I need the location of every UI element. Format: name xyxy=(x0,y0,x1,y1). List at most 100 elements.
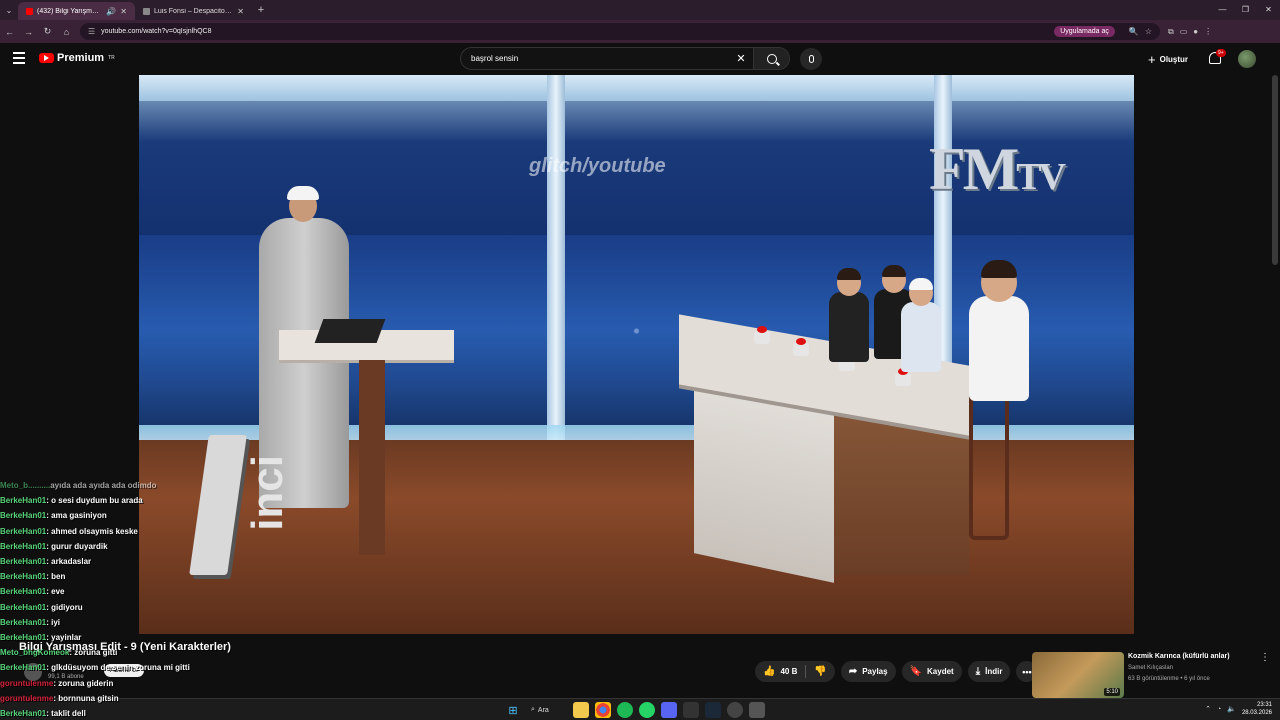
app-icon[interactable] xyxy=(683,702,699,718)
steam-icon[interactable] xyxy=(705,702,721,718)
clock-date: 28.03.2026 xyxy=(1241,710,1272,716)
recommended-meta: 63 B görüntülenme • 6 yıl önce xyxy=(1128,676,1210,682)
speaker-icon: 🔊 xyxy=(106,6,117,16)
bookmark-star-icon[interactable]: ☆ xyxy=(1145,27,1152,36)
clock[interactable]: 23:31 28.03.2026 xyxy=(1242,701,1272,717)
new-tab-button[interactable]: + xyxy=(252,4,270,16)
url-field[interactable]: ☰ youtube.com/watch?v=0qIsjnlhQC8 Uygula… xyxy=(80,23,1160,40)
reload-icon[interactable]: ↻ xyxy=(38,26,57,37)
recommended-title[interactable]: Kozmik Karınca (küfürlü anlar) xyxy=(1128,653,1230,660)
tray-chevron-icon[interactable]: ⌃ xyxy=(1205,705,1211,713)
windows-start-icon[interactable]: ⊞ xyxy=(505,702,521,718)
download-button[interactable]: ⤓ İndir xyxy=(967,661,1011,682)
chat-message: BerkeHan01: glkdüsuyom de senin zoruna m… xyxy=(0,660,260,675)
laptop xyxy=(314,319,386,343)
discord-icon[interactable] xyxy=(661,702,677,718)
settings-icon[interactable] xyxy=(749,702,765,718)
download-label: İndir xyxy=(985,667,1003,676)
chrome-icon[interactable] xyxy=(595,702,611,718)
recommended-channel[interactable]: Samet Kılıçaslan xyxy=(1128,665,1173,671)
chat-username: BerkeHan01 xyxy=(0,602,47,612)
chat-username: Meto_b.......... xyxy=(0,481,51,490)
search-input[interactable]: başrol sensin xyxy=(471,54,729,63)
chat-message: BerkeHan01: ama gasiniyon xyxy=(0,508,260,523)
youtube-favicon-icon xyxy=(26,7,33,15)
clear-search-icon[interactable]: ✕ xyxy=(729,52,753,65)
more-options-icon[interactable]: ⋮ xyxy=(1260,652,1270,663)
share-button[interactable]: ➦ Paylaş xyxy=(840,661,896,682)
chat-message: BerkeHan01: arkadaslar xyxy=(0,554,260,569)
recommended-video[interactable]: 5:10 Kozmik Karınca (küfürlü anlar) Same… xyxy=(1032,652,1270,698)
podium-leg xyxy=(359,360,385,555)
app-icon[interactable] xyxy=(727,702,743,718)
window-controls: — ❐ ✕ xyxy=(1211,0,1280,20)
whatsapp-icon[interactable] xyxy=(639,702,655,718)
wifi-icon[interactable]: ◔ xyxy=(1217,706,1221,713)
profile-icon[interactable]: ● xyxy=(1193,27,1198,37)
chat-overlay: Meto_b..........ayıda ada ayıda ada odim… xyxy=(0,478,260,720)
chat-text: : ama gasiniyon xyxy=(46,511,107,521)
chat-text: : ahmed olsaymis keske xyxy=(46,526,138,536)
maximize-icon[interactable]: ❐ xyxy=(1234,0,1257,20)
brand-logo-small: TV xyxy=(1016,156,1066,198)
chat-message: BerkeHan01: yayinlar xyxy=(0,630,260,645)
chat-text: : o sesi duydum bu arada xyxy=(46,496,143,506)
search-box: başrol sensin ✕ xyxy=(460,47,790,70)
browser-tab[interactable]: Luis Fonsi – Despacito Şarkı Sö ✕ xyxy=(135,2,252,20)
close-tab-icon[interactable]: ✕ xyxy=(120,7,127,16)
tab-list-button[interactable]: ⌄ xyxy=(0,0,18,20)
download-icon: ⤓ xyxy=(975,666,981,677)
hamburger-menu-icon[interactable] xyxy=(13,52,25,64)
zoom-icon[interactable]: 🔍 xyxy=(1129,27,1139,36)
recommended-thumbnail[interactable]: 5:10 xyxy=(1032,652,1124,698)
taskbar-search[interactable]: ⌕ Ara xyxy=(527,706,567,714)
site-info-icon[interactable]: ☰ xyxy=(88,27,95,36)
chat-message: goruntulenme: bornnuna gitsin xyxy=(0,691,260,706)
scrollbar[interactable] xyxy=(1272,75,1278,265)
home-icon[interactable]: ⌂ xyxy=(57,27,76,37)
forward-icon[interactable]: → xyxy=(19,27,38,37)
account-avatar[interactable] xyxy=(1238,50,1256,68)
sidebar-icon[interactable]: ▭ xyxy=(1180,27,1188,37)
chat-username: goruntulenme xyxy=(0,693,54,703)
video-player[interactable]: glitch/youtube FMTV inci xyxy=(139,75,1134,634)
chat-text: : iyi xyxy=(46,617,61,627)
chat-message: BerkeHan01: gurur duyardik xyxy=(0,539,260,554)
voice-search-button[interactable] xyxy=(800,48,822,70)
taskbar-apps: ⊞ ⌕ Ara xyxy=(505,701,765,719)
close-window-icon[interactable]: ✕ xyxy=(1257,0,1280,20)
share-label: Paylaş xyxy=(862,667,888,676)
video-actions: 👍 40 B 👎 ➦ Paylaş 🔖 Kaydet ⤓ İndir ••• xyxy=(755,661,1038,682)
spotify-icon[interactable] xyxy=(617,702,633,718)
minimize-icon[interactable]: — xyxy=(1211,0,1234,20)
extensions-icon[interactable]: ⧉ xyxy=(1168,27,1174,37)
chat-message: goruntulenme: zoruna giderin xyxy=(0,676,260,691)
back-icon[interactable]: ← xyxy=(0,27,19,37)
chat-message: BerkeHan01: gidiyoru xyxy=(0,600,260,615)
close-tab-icon[interactable]: ✕ xyxy=(237,7,244,16)
like-button[interactable]: 👍 40 B xyxy=(755,661,805,682)
notifications-badge: 9+ xyxy=(1216,49,1226,57)
chat-message: Meto_b..........ayıda ada ayıda ada odim… xyxy=(0,478,260,493)
file-explorer-icon[interactable] xyxy=(573,702,589,718)
create-button[interactable]: + Oluştur xyxy=(1148,50,1188,68)
dislike-button[interactable]: 👎 xyxy=(806,661,834,682)
buzzer xyxy=(754,326,770,344)
search-button[interactable] xyxy=(753,48,789,69)
open-in-app-button[interactable]: Uygulamada aç xyxy=(1054,26,1115,37)
save-button[interactable]: 🔖 Kaydet xyxy=(901,661,962,682)
browser-tab-active[interactable]: (432) Bilgi Yarışması Edit - 9 🔊 ✕ xyxy=(18,2,135,20)
chat-username: BerkeHan01 xyxy=(0,572,47,582)
studio-pillar xyxy=(547,75,565,455)
create-label: Oluştur xyxy=(1159,54,1189,64)
address-bar-row: ← → ↻ ⌂ ☰ youtube.com/watch?v=0qIsjnlhQC… xyxy=(0,20,1280,43)
chat-text: : zoruna gitti xyxy=(69,648,118,658)
chat-username: BerkeHan01 xyxy=(0,633,47,643)
volume-icon[interactable]: 🔈 xyxy=(1227,705,1236,713)
browser-menu-icon[interactable]: ⋮ xyxy=(1204,27,1212,37)
youtube-logo[interactable]: Premium TR xyxy=(39,52,115,64)
chat-text: : arkadaslar xyxy=(46,557,92,567)
like-count: 40 B xyxy=(780,667,798,676)
chat-message: BerkeHan01: iyi xyxy=(0,615,260,630)
chat-text: : bornnuna gitsin xyxy=(53,693,119,703)
